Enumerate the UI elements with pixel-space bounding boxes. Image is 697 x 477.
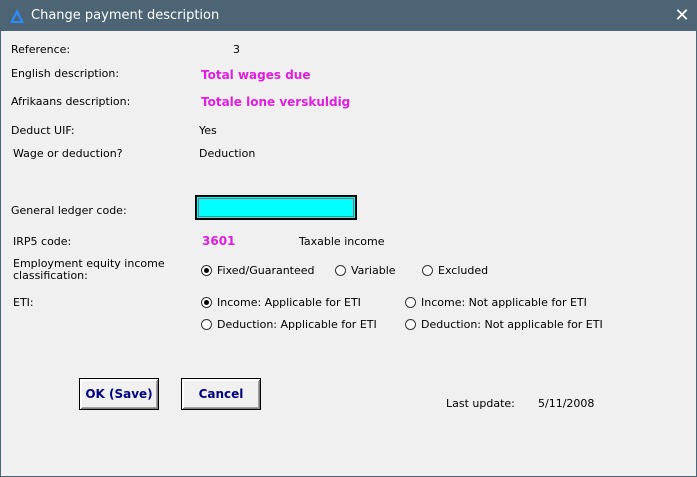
- radio-label: Fixed/Guaranteed: [217, 263, 315, 277]
- afrikaans-description-label: Afrikaans description:: [11, 95, 131, 108]
- reference-label: Reference:: [11, 43, 71, 56]
- radio-button[interactable]: [405, 318, 416, 330]
- radio-label: Income: Not applicable for ETI: [421, 295, 587, 309]
- radio-label: Income: Applicable for ETI: [217, 295, 361, 309]
- dialog-window: Change payment description ✕ Reference: …: [0, 0, 697, 477]
- radio-label: Deduction: Not applicable for ETI: [421, 317, 603, 331]
- radio-label: Deduction: Applicable for ETI: [217, 317, 377, 331]
- eti-income-applicable-radio[interactable]: Income: Applicable for ETI: [201, 295, 361, 309]
- eti-income-not-applicable-radio[interactable]: Income: Not applicable for ETI: [405, 295, 587, 309]
- equity-excluded-radio[interactable]: Excluded: [422, 263, 488, 277]
- english-description-label: English description:: [11, 67, 120, 80]
- wage-or-deduction-label: Wage or deduction?: [13, 147, 123, 160]
- deduct-uif-label: Deduct UIF:: [11, 124, 75, 137]
- eti-deduction-applicable-radio[interactable]: Deduction: Applicable for ETI: [201, 317, 377, 331]
- title-bar[interactable]: Change payment description ✕: [1, 1, 696, 31]
- irp5-code-description: Taxable income: [299, 235, 385, 248]
- reference-value: 3: [233, 43, 240, 56]
- window-title: Change payment description: [31, 8, 220, 23]
- general-ledger-code-label: General ledger code:: [11, 204, 127, 217]
- english-description-value: Total wages due: [201, 68, 311, 82]
- close-icon[interactable]: ✕: [668, 1, 696, 31]
- equity-variable-radio[interactable]: Variable: [335, 263, 396, 277]
- eti-deduction-not-applicable-radio[interactable]: Deduction: Not applicable for ETI: [405, 317, 603, 331]
- radio-button[interactable]: [335, 264, 346, 276]
- irp5-code-label: IRP5 code:: [13, 235, 72, 248]
- last-update-label: Last update:: [446, 397, 515, 410]
- radio-button[interactable]: [201, 318, 212, 330]
- deduct-uif-value: Yes: [199, 124, 217, 137]
- wage-or-deduction-value: Deduction: [199, 147, 256, 160]
- general-ledger-code-input[interactable]: [195, 195, 357, 220]
- radio-label: Excluded: [438, 263, 489, 277]
- eti-label: ETI:: [13, 296, 34, 309]
- radio-button[interactable]: [201, 296, 212, 308]
- ok-save-button[interactable]: OK (Save): [79, 378, 159, 410]
- irp5-code-value: 3601: [202, 234, 236, 248]
- last-update-value: 5/11/2008: [538, 397, 595, 410]
- triangle-logo-icon: [9, 8, 25, 24]
- dialog-body: Reference: 3 English description: Total …: [1, 31, 696, 476]
- radio-label: Variable: [351, 263, 396, 277]
- radio-button[interactable]: [422, 264, 433, 276]
- radio-button[interactable]: [201, 264, 212, 276]
- afrikaans-description-value: Totale lone verskuldig: [201, 95, 351, 109]
- cancel-button[interactable]: Cancel: [181, 378, 261, 410]
- equity-fixed-radio[interactable]: Fixed/Guaranteed: [201, 263, 315, 277]
- employment-equity-label-line2: classification:: [13, 269, 88, 282]
- radio-button[interactable]: [405, 296, 416, 308]
